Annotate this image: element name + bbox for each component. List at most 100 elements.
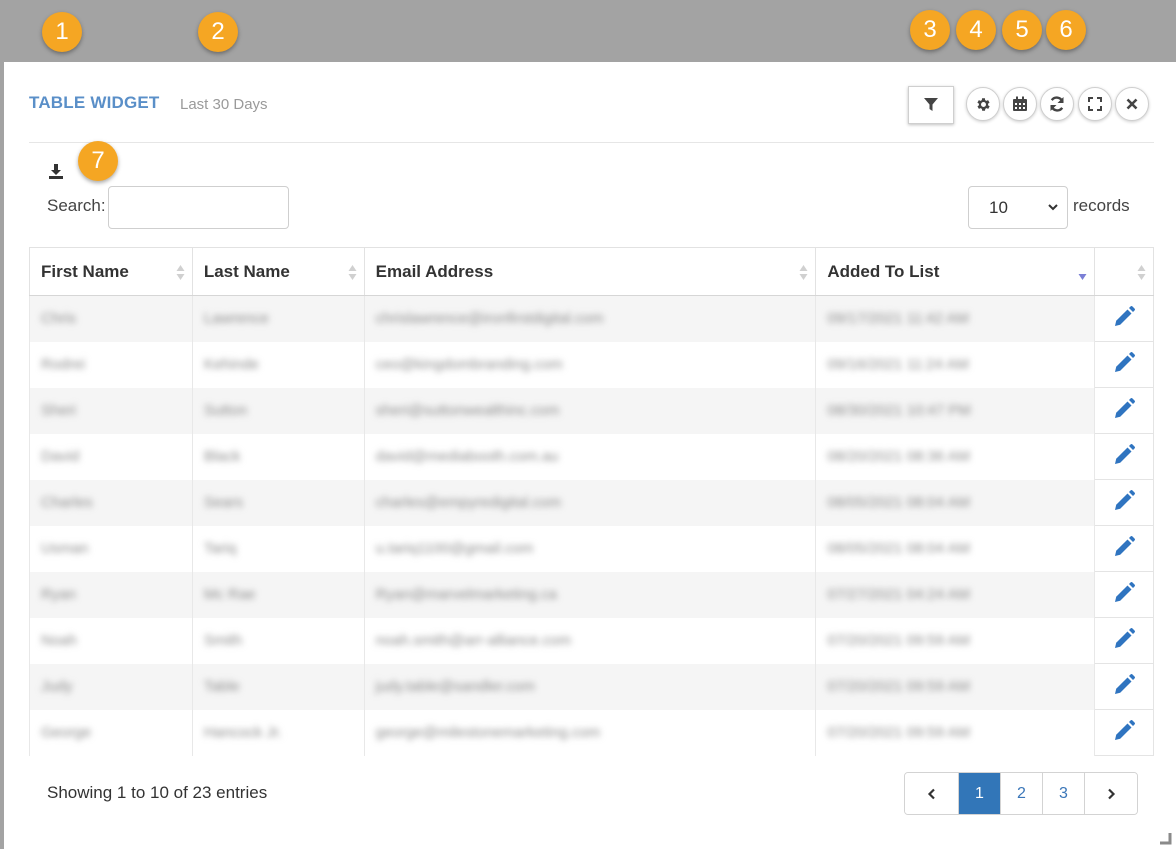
cell-text: Usman (41, 540, 89, 557)
column-header-last-name[interactable]: Last Name (191, 247, 365, 296)
records-per-page-select[interactable]: 10 (968, 186, 1068, 229)
cell-text: Rodrei (41, 356, 86, 373)
cell-text: 07/27/2021 04:24 AM (827, 586, 970, 603)
edit-button[interactable] (1094, 341, 1154, 388)
table-cell-first: Ryan (29, 571, 193, 618)
table-cell-email: Ryan@marvelmarketing.ca (363, 571, 817, 618)
sort-icon (1137, 265, 1146, 280)
search-label: Search: (47, 196, 106, 215)
edit-button[interactable] (1094, 295, 1154, 342)
column-header-first-name[interactable]: First Name (29, 247, 193, 296)
callout-marker-7: 7 (78, 141, 118, 181)
edit-button[interactable] (1094, 617, 1154, 664)
filter-icon (924, 98, 938, 111)
table-row: Sheri Sutton sheri@suttonwealthinc.com 08/3… (29, 387, 1154, 434)
cell-text: george@milestonemarketing.com (375, 724, 601, 741)
table-cell-last: Smith (191, 617, 365, 664)
cell-text: Ryan@marvelmarketing.ca (375, 586, 557, 603)
cell-text: Chris (41, 310, 77, 328)
table-cell-email: noah.smith@arr-alliance.com (363, 617, 817, 664)
pagination-next-button[interactable] (1084, 773, 1137, 814)
sort-icon (176, 265, 185, 280)
cell-text: 08/05/2021 08:04 AM (827, 494, 970, 511)
table-row: George Hancock Jr. george@milestonemarketi… (29, 709, 1154, 756)
pencil-icon (1115, 719, 1135, 740)
table-cell-first: Charles (29, 479, 193, 526)
edit-button[interactable] (1094, 479, 1154, 526)
column-header-email-address[interactable]: Email Address (363, 247, 817, 296)
cell-text: David (41, 448, 80, 465)
pencil-icon (1115, 489, 1135, 510)
pagination-page-2[interactable]: 2 (1000, 773, 1042, 814)
edit-button[interactable] (1094, 387, 1154, 434)
table-row: David Black david@mediabooth.com.au 08/20/2… (29, 433, 1154, 480)
table-cell-last: Sutton (191, 387, 365, 434)
table-cell-email: sheri@suttonwealthinc.com (363, 387, 817, 434)
widget-date-range: Last 30 Days (180, 96, 268, 113)
gear-icon (976, 97, 990, 111)
table-cell-email: u.tariq1100@gmail.com (363, 525, 817, 572)
edit-button[interactable] (1094, 525, 1154, 572)
cell-text: Table (203, 678, 240, 695)
column-header-actions[interactable] (1094, 247, 1154, 296)
fullscreen-button[interactable] (1078, 87, 1112, 121)
pagination-page-1[interactable]: 1 (958, 773, 1000, 814)
refresh-button[interactable] (1040, 87, 1074, 121)
resize-handle-icon[interactable] (1160, 833, 1172, 845)
pagination-page-3[interactable]: 3 (1042, 773, 1084, 814)
edit-button[interactable] (1094, 709, 1154, 756)
table-cell-last: Black (191, 433, 365, 480)
callout-marker-1: 1 (42, 12, 82, 52)
cell-text: chrislawrence@ironfirstdigital.com (375, 310, 604, 328)
date-range-button[interactable] (1003, 87, 1037, 121)
close-icon (1126, 98, 1138, 110)
table-cell-added: 08/05/2021 08:04 AM (815, 525, 1096, 572)
settings-button[interactable] (966, 87, 1000, 121)
cell-text: u.tariq1100@gmail.com (375, 540, 534, 557)
cell-text: 08/20/2021 08:36 AM (827, 448, 970, 465)
widget-title: TABLE WIDGET (29, 93, 160, 112)
sort-descending-icon (1078, 274, 1087, 280)
table-cell-first: George (29, 709, 193, 756)
download-icon[interactable] (47, 162, 65, 180)
cell-text: 08/30/2021 10:47 PM (827, 402, 971, 419)
edit-button[interactable] (1094, 433, 1154, 480)
records-per-page-value: 10 (989, 197, 1008, 217)
edit-button[interactable] (1094, 571, 1154, 618)
table-cell-added: 07/27/2021 04:24 AM (815, 571, 1096, 618)
cell-text: Black (203, 448, 241, 465)
header-divider (29, 142, 1154, 143)
chevron-right-icon (1108, 788, 1116, 799)
pencil-icon (1115, 443, 1135, 464)
table-row: Usman Tariq u.tariq1100@gmail.com 08/05/202… (29, 525, 1154, 572)
cell-text: Sheri (41, 402, 77, 419)
filter-button[interactable] (908, 86, 954, 124)
callout-marker-6: 6 (1046, 10, 1086, 50)
cell-text: 08/05/2021 08:04 AM (827, 540, 970, 557)
table-cell-added: 08/20/2021 08:36 AM (815, 433, 1096, 480)
table-row: Judy Table judy.table@sandler.com 07/20/202… (29, 663, 1154, 710)
cell-text: 09/16/2021 11:24 AM (827, 356, 969, 373)
callout-marker-2: 2 (198, 12, 238, 52)
chevron-down-icon (1048, 204, 1058, 211)
cell-text: 09/17/2021 11:42 AM (827, 310, 969, 328)
cell-text: Mc Rae (203, 586, 256, 603)
cell-text: Tariq (203, 540, 237, 557)
edit-button[interactable] (1094, 663, 1154, 710)
search-input[interactable] (108, 186, 289, 229)
callout-marker-4: 4 (956, 10, 996, 50)
table-row: Chris Lawrence chrislawrence@ironfirstdigi… (29, 295, 1154, 342)
cell-text: 07/20/2021 09:59 AM (827, 724, 970, 741)
pencil-icon (1115, 397, 1135, 418)
table-row: Noah Smith noah.smith@arr-alliance.com 07/2… (29, 617, 1154, 664)
column-header-added-to-list[interactable]: Added To List (815, 247, 1096, 296)
pagination-prev-button[interactable] (905, 773, 958, 814)
table-cell-last: Table (191, 663, 365, 710)
table-cell-added: 07/20/2021 09:59 AM (815, 709, 1096, 756)
table-cell-first: Rodrei (29, 341, 193, 388)
table-cell-first: David (29, 433, 193, 480)
close-button[interactable] (1115, 87, 1149, 121)
refresh-icon (1050, 96, 1064, 112)
table-cell-email: judy.table@sandler.com (363, 663, 817, 710)
cell-text: 07/20/2021 09:59 AM (827, 678, 970, 695)
